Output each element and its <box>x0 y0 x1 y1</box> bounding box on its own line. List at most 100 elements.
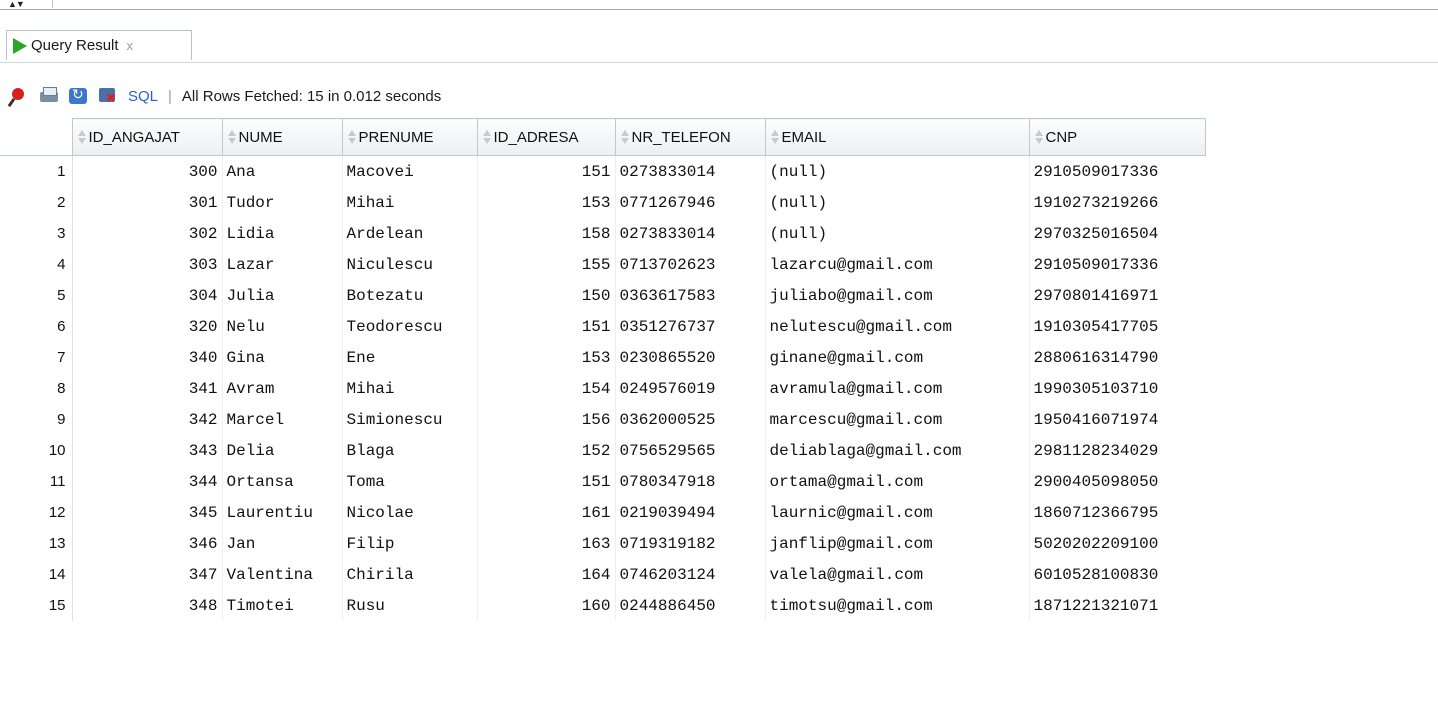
cell-email[interactable]: janflip@gmail.com <box>764 528 1029 559</box>
cell-nume[interactable]: Gina <box>221 342 342 373</box>
cell-cnp[interactable]: 5020202209100 <box>1028 528 1205 559</box>
cell-nume[interactable]: Delia <box>221 435 342 466</box>
cell-id-angajat[interactable]: 347 <box>71 559 222 590</box>
cell-id-angajat[interactable]: 301 <box>71 187 222 218</box>
cell-cnp[interactable]: 1871221321071 <box>1028 590 1205 621</box>
cell-nr-telefon[interactable]: 0780347918 <box>614 466 765 497</box>
cell-id-angajat[interactable]: 341 <box>71 373 222 404</box>
cell-id-adresa[interactable]: 151 <box>476 155 615 187</box>
cell-nume[interactable]: Jan <box>221 528 342 559</box>
cell-nume[interactable]: Tudor <box>221 187 342 218</box>
cell-cnp[interactable]: 1860712366795 <box>1028 497 1205 528</box>
table-row[interactable]: 12 345 Laurentiu Nicolae 161 0219039494 laurni… <box>0 497 1205 528</box>
table-row[interactable]: 5 304 Julia Botezatu 150 0363617583 juliabo@gm… <box>0 280 1205 311</box>
cell-nr-telefon[interactable]: 0713702623 <box>614 249 765 280</box>
cell-prenume[interactable]: Niculescu <box>341 249 477 280</box>
column-header-nr-telefon[interactable]: NR_TELEFON <box>614 118 766 156</box>
cell-prenume[interactable]: Mihai <box>341 187 477 218</box>
cell-nr-telefon[interactable]: 0756529565 <box>614 435 765 466</box>
cell-cnp[interactable]: 1910305417705 <box>1028 311 1205 342</box>
cell-email[interactable]: timotsu@gmail.com <box>764 590 1029 621</box>
cell-id-adresa[interactable]: 160 <box>476 590 615 621</box>
cell-nr-telefon[interactable]: 0249576019 <box>614 373 765 404</box>
cell-nr-telefon[interactable]: 0363617583 <box>614 280 765 311</box>
column-header-id-angajat[interactable]: ID_ANGAJAT <box>71 118 223 156</box>
cell-id-angajat[interactable]: 300 <box>71 155 222 187</box>
cell-cnp[interactable]: 2910509017336 <box>1028 249 1205 280</box>
cell-id-adresa[interactable]: 150 <box>476 280 615 311</box>
cell-email[interactable]: juliabo@gmail.com <box>764 280 1029 311</box>
cell-email[interactable]: (null) <box>764 218 1029 249</box>
cell-id-adresa[interactable]: 156 <box>476 404 615 435</box>
pin-icon[interactable] <box>8 86 30 106</box>
cell-nume[interactable]: Ana <box>221 155 342 187</box>
cell-nume[interactable]: Valentina <box>221 559 342 590</box>
cell-cnp[interactable]: 1950416071974 <box>1028 404 1205 435</box>
cell-cnp[interactable]: 1990305103710 <box>1028 373 1205 404</box>
cell-nr-telefon[interactable]: 0362000525 <box>614 404 765 435</box>
column-header-email[interactable]: EMAIL <box>764 118 1030 156</box>
cell-nr-telefon[interactable]: 0719319182 <box>614 528 765 559</box>
cell-id-angajat[interactable]: 304 <box>71 280 222 311</box>
cell-cnp[interactable]: 2900405098050 <box>1028 466 1205 497</box>
cell-nume[interactable]: Marcel <box>221 404 342 435</box>
table-row[interactable]: 10 343 Delia Blaga 152 0756529565 deliablaga@g… <box>0 435 1205 466</box>
cell-id-adresa[interactable]: 161 <box>476 497 615 528</box>
table-row[interactable]: 11 344 Ortansa Toma 151 0780347918 ortama@gmai… <box>0 466 1205 497</box>
cell-id-angajat[interactable]: 320 <box>71 311 222 342</box>
table-row[interactable]: 3 302 Lidia Ardelean 158 0273833014 (null) 2970… <box>0 218 1205 249</box>
cell-id-angajat[interactable]: 344 <box>71 466 222 497</box>
cell-id-adresa[interactable]: 153 <box>476 187 615 218</box>
cell-email[interactable]: ortama@gmail.com <box>764 466 1029 497</box>
cell-nr-telefon[interactable]: 0771267946 <box>614 187 765 218</box>
cell-prenume[interactable]: Filip <box>341 528 477 559</box>
table-row[interactable]: 15 348 Timotei Rusu 160 0244886450 timotsu@gma… <box>0 590 1205 621</box>
cell-prenume[interactable]: Toma <box>341 466 477 497</box>
cell-id-angajat[interactable]: 343 <box>71 435 222 466</box>
cell-email[interactable]: marcescu@gmail.com <box>764 404 1029 435</box>
cell-email[interactable]: lazarcu@gmail.com <box>764 249 1029 280</box>
cell-id-angajat[interactable]: 348 <box>71 590 222 621</box>
cell-prenume[interactable]: Macovei <box>341 155 477 187</box>
cell-id-angajat[interactable]: 342 <box>71 404 222 435</box>
table-row[interactable]: 9 342 Marcel Simionescu 156 0362000525 marcesc… <box>0 404 1205 435</box>
cell-prenume[interactable]: Ene <box>341 342 477 373</box>
cell-cnp[interactable]: 2880616314790 <box>1028 342 1205 373</box>
cell-nume[interactable]: Ortansa <box>221 466 342 497</box>
cell-id-adresa[interactable]: 163 <box>476 528 615 559</box>
cell-id-angajat[interactable]: 345 <box>71 497 222 528</box>
cell-nume[interactable]: Lazar <box>221 249 342 280</box>
cell-id-adresa[interactable]: 154 <box>476 373 615 404</box>
cell-cnp[interactable]: 2981128234029 <box>1028 435 1205 466</box>
cell-prenume[interactable]: Botezatu <box>341 280 477 311</box>
cell-email[interactable]: avramula@gmail.com <box>764 373 1029 404</box>
cell-nr-telefon[interactable]: 0746203124 <box>614 559 765 590</box>
cell-nume[interactable]: Timotei <box>221 590 342 621</box>
cell-email[interactable]: deliablaga@gmail.com <box>764 435 1029 466</box>
cell-prenume[interactable]: Nicolae <box>341 497 477 528</box>
cell-id-angajat[interactable]: 346 <box>71 528 222 559</box>
column-header-id-adresa[interactable]: ID_ADRESA <box>476 118 616 156</box>
cell-id-adresa[interactable]: 152 <box>476 435 615 466</box>
table-row[interactable]: 6 320 Nelu Teodorescu 151 0351276737 nelutescu… <box>0 311 1205 342</box>
cell-id-adresa[interactable]: 151 <box>476 311 615 342</box>
cell-email[interactable]: valela@gmail.com <box>764 559 1029 590</box>
cell-email[interactable]: laurnic@gmail.com <box>764 497 1029 528</box>
cell-prenume[interactable]: Rusu <box>341 590 477 621</box>
cell-cnp[interactable]: 1910273219266 <box>1028 187 1205 218</box>
sql-button[interactable]: SQL <box>128 88 158 105</box>
cell-email[interactable]: nelutescu@gmail.com <box>764 311 1029 342</box>
cell-cnp[interactable]: 2910509017336 <box>1028 155 1205 187</box>
cell-prenume[interactable]: Ardelean <box>341 218 477 249</box>
table-row[interactable]: 8 341 Avram Mihai 154 0249576019 avramula@gmai… <box>0 373 1205 404</box>
refresh-icon[interactable] <box>68 86 90 106</box>
collapse-expand-icon[interactable]: ▲▼ <box>8 0 25 9</box>
cell-id-adresa[interactable]: 153 <box>476 342 615 373</box>
cell-nr-telefon[interactable]: 0273833014 <box>614 155 765 187</box>
cell-cnp[interactable]: 2970801416971 <box>1028 280 1205 311</box>
cell-id-angajat[interactable]: 303 <box>71 249 222 280</box>
cell-prenume[interactable]: Simionescu <box>341 404 477 435</box>
cell-nr-telefon[interactable]: 0273833014 <box>614 218 765 249</box>
column-header-prenume[interactable]: PRENUME <box>341 118 478 156</box>
cell-id-adresa[interactable]: 158 <box>476 218 615 249</box>
